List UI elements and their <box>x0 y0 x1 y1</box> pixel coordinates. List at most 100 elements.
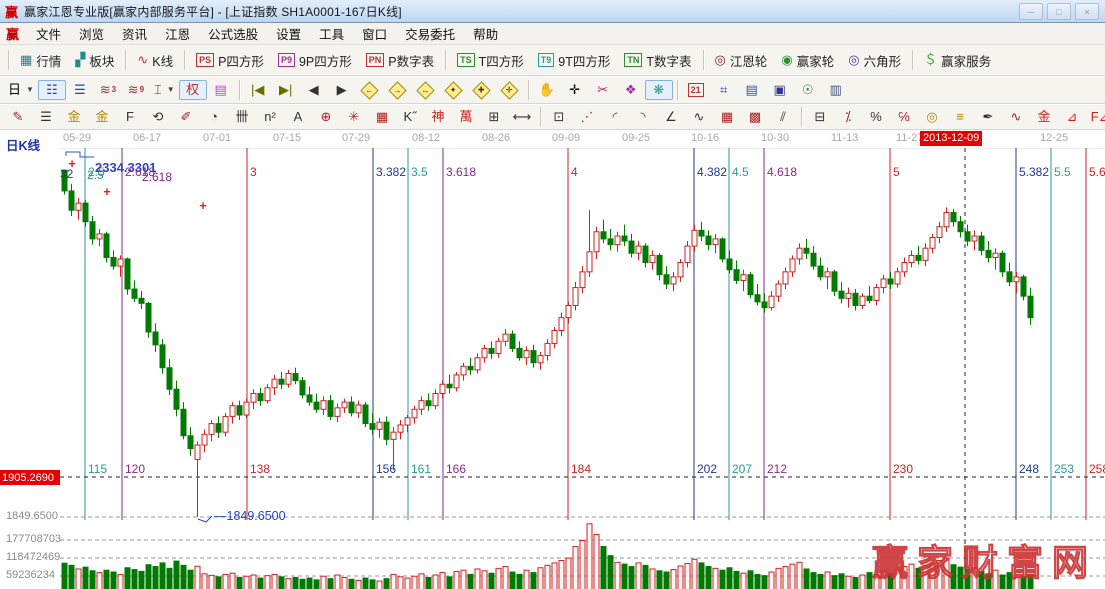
shrink-right-diamond[interactable]: → <box>384 80 412 101</box>
percent-lines-tool[interactable]: ℅ <box>890 107 918 127</box>
circle-cross-tool[interactable]: ⊕ <box>312 107 340 127</box>
bar-count-tool[interactable]: 卌 <box>228 107 256 127</box>
percent-tool[interactable]: % <box>862 107 890 127</box>
gold-section-tool[interactable]: 金 <box>60 107 88 127</box>
parallel-tool[interactable]: ⫽ <box>769 107 797 127</box>
menu-公式选股[interactable]: 公式选股 <box>199 23 267 44</box>
angle-j-tool[interactable]: ⊿ <box>1058 107 1086 127</box>
span-arrow-tool[interactable]: ⟷ <box>508 107 536 127</box>
gold-circle-tool[interactable]: ◎ <box>918 107 946 127</box>
info-panel-icon[interactable]: ☰ <box>66 80 94 100</box>
winner-wheel-button[interactable]: ◉ 赢家轮 <box>774 49 841 72</box>
market-overlay-icon[interactable]: ☷ <box>37 80 66 100</box>
dial-tool[interactable]: ◔ <box>200 107 228 127</box>
brush-tool[interactable]: ✐ <box>172 107 200 127</box>
t-digit-table-button[interactable]: TN T数字表 <box>617 49 698 72</box>
period-day-dropdown[interactable]: 日 ▼ <box>4 79 38 101</box>
arc-box-tool[interactable]: ◜ <box>601 107 629 127</box>
t-square-button[interactable]: TS T四方形 <box>450 49 531 72</box>
n2-tool[interactable]: n² <box>256 107 284 127</box>
box-rule-tool-glyph: ⊡ <box>553 109 565 124</box>
maximize-button[interactable]: □ <box>1047 3 1071 20</box>
p-square-button[interactable]: PS P四方形 <box>189 49 271 72</box>
wave-9-icon[interactable]: ≋ 9 <box>122 79 150 101</box>
remote-service-icon[interactable]: ▥ <box>822 80 850 100</box>
9t-square-button[interactable]: T9 9T四方形 <box>531 49 618 72</box>
shen-tool[interactable]: 神 <box>424 107 452 127</box>
arc-box2-tool[interactable]: ◝ <box>629 107 657 127</box>
hlines-tool[interactable]: ☰ <box>32 107 60 127</box>
menu-工具[interactable]: 工具 <box>310 23 353 44</box>
wan-tool[interactable]: 萬 <box>452 107 480 127</box>
candle-body <box>719 238 726 260</box>
expand-horizontal-diamond[interactable]: ↔ <box>412 80 440 101</box>
menu-文件[interactable]: 文件 <box>27 23 70 44</box>
k-quote-tool[interactable]: K˝ <box>396 107 424 127</box>
gold-lines-tool[interactable]: ≡ <box>946 107 974 127</box>
ex-rights-icon[interactable]: 权 <box>178 80 207 100</box>
first-page-button[interactable]: |◀ <box>244 80 272 100</box>
wave-3-icon[interactable]: ≋ 3 <box>94 79 122 101</box>
web-stats-icon[interactable]: ☉ <box>794 80 822 100</box>
pen-tool[interactable]: ✎ <box>4 107 32 127</box>
gann-kit-icon[interactable]: ❖ <box>617 80 645 100</box>
p-digit-table-button[interactable]: PN P数字表 <box>359 49 441 72</box>
angle-f-tool[interactable]: F⊿ <box>1086 107 1105 127</box>
expand-vertical-diamond[interactable]: ✚ <box>468 80 496 101</box>
calculator-icon[interactable]: ⌗ <box>710 80 738 100</box>
notes-icon[interactable]: ▤ <box>738 80 766 100</box>
f-lines-tool[interactable]: F <box>116 107 144 127</box>
gann-wheel-button[interactable]: ◎ 江恩轮 <box>708 49 775 72</box>
candle-style-dropdown[interactable]: ⌶ ▼ <box>150 79 179 101</box>
last-page-button[interactable]: ▶| <box>272 80 300 100</box>
crosshair-icon[interactable]: ✛ <box>561 80 589 100</box>
prev-bar-button[interactable]: ◀ <box>300 80 328 100</box>
pan-hand-icon[interactable]: ✋ <box>533 80 561 100</box>
low-price-label: 1849.6500 <box>6 510 58 522</box>
grid-123-tool[interactable]: ⊞ <box>480 107 508 127</box>
menu-窗口[interactable]: 窗口 <box>353 23 396 44</box>
minimize-button[interactable]: ─ <box>1019 3 1043 20</box>
9p-square-button[interactable]: P9 9P四方形 <box>271 49 359 72</box>
kline-chart-canvas[interactable]: 2.51152.61812031383.3821563.51613.618166… <box>60 148 1105 589</box>
market-quotes-button[interactable]: ▦ 行情 <box>13 49 68 72</box>
menu-交易委托[interactable]: 交易委托 <box>396 23 464 44</box>
menu-资讯[interactable]: 资讯 <box>113 23 156 44</box>
hexagon-button[interactable]: ◎ 六角形 <box>841 49 908 72</box>
kline-button[interactable]: ∿ K线 <box>130 49 180 72</box>
ink-brush-tool[interactable]: ✒ <box>974 107 1002 127</box>
red-grid-tool[interactable]: ▦ <box>713 107 741 127</box>
price-axis: 日K线 1905.2690 1849.6500 177708703 118472… <box>0 131 61 589</box>
shrink-left-diamond[interactable]: ← <box>356 80 384 101</box>
candle-body <box>579 271 586 289</box>
close-button[interactable]: × <box>1075 3 1099 20</box>
calendar-icon[interactable]: 21 <box>682 81 710 99</box>
red-grid2-tool[interactable]: ▩ <box>741 107 769 127</box>
menu-江恩[interactable]: 江恩 <box>156 23 199 44</box>
web-tool[interactable]: ✳ <box>340 107 368 127</box>
a-line-tool[interactable]: A <box>284 107 312 127</box>
percent-slash-tool[interactable]: ⁒ <box>834 107 862 127</box>
ray-fan-tool[interactable]: ⋰ <box>573 107 601 127</box>
color-bars-icon[interactable]: ▤ <box>207 80 235 100</box>
wave-a-tool[interactable]: ∿ <box>1002 107 1030 127</box>
next-bar-button[interactable]: ▶ <box>328 80 356 100</box>
zigzag-tool[interactable]: ∿ <box>685 107 713 127</box>
percent-table-tool[interactable]: ⊟ <box>806 107 834 127</box>
menu-帮助[interactable]: 帮助 <box>464 23 507 44</box>
save-icon[interactable]: ▣ <box>766 80 794 100</box>
menu-设置[interactable]: 设置 <box>267 23 310 44</box>
spiral-tool[interactable]: ⟲ <box>144 107 172 127</box>
gold-red-tool[interactable]: 金 <box>1030 107 1058 127</box>
gold-section2-tool[interactable]: 金 <box>88 107 116 127</box>
angle-pen-tool[interactable]: ∠ <box>657 107 685 127</box>
zoom-full-diamond[interactable]: ✛ <box>496 80 524 101</box>
measure-angle-icon[interactable]: ✂ <box>589 80 617 100</box>
zoom-all-diamond[interactable]: ✦ <box>440 80 468 101</box>
box-rule-tool[interactable]: ⊡ <box>545 107 573 127</box>
sectors-button[interactable]: ▞ 板块 <box>68 49 121 72</box>
smart-analysis-icon[interactable]: ❋ <box>644 80 673 100</box>
winner-service-button[interactable]: ＄赢家服务 <box>917 49 998 72</box>
menu-浏览[interactable]: 浏览 <box>70 23 113 44</box>
grid-circle-tool[interactable]: ▦ <box>368 107 396 127</box>
